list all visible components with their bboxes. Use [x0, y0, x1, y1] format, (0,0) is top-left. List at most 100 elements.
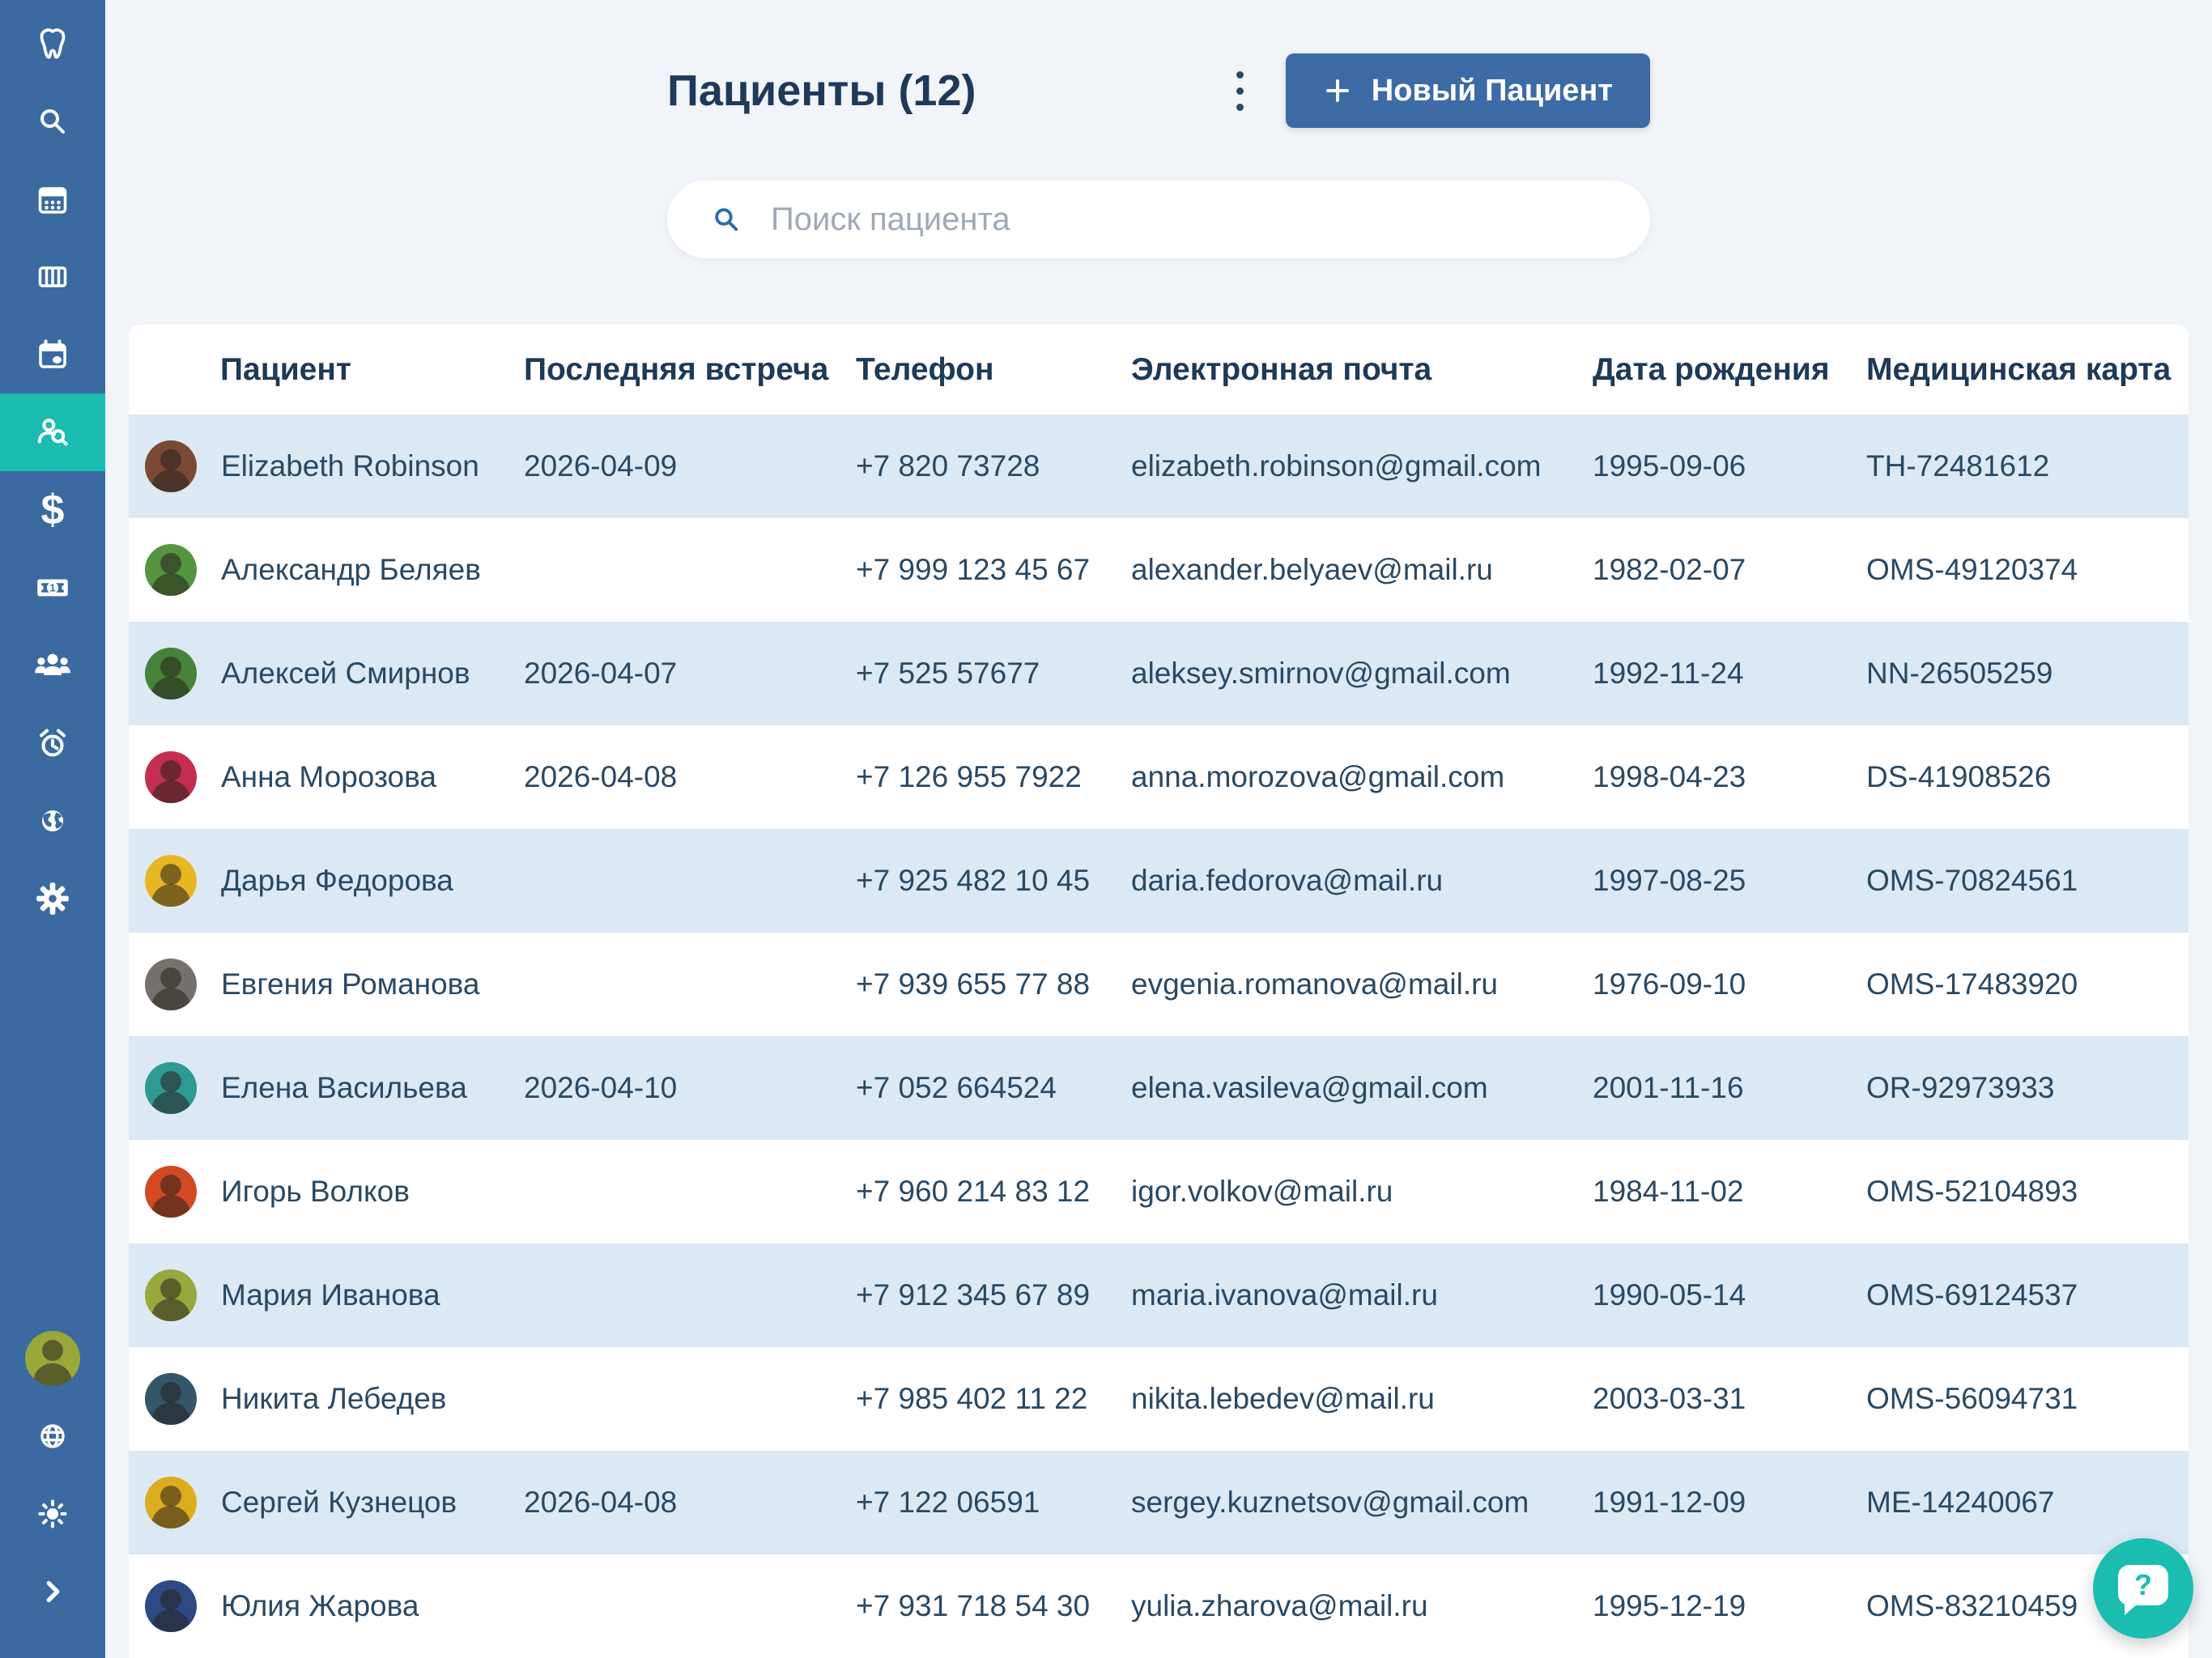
phone-cell: +7 960 214 83 12: [856, 1175, 1091, 1208]
sidebar-item-schedule[interactable]: [0, 316, 105, 393]
med-card-cell: TH-72481612: [1866, 449, 2050, 483]
tooth-logo-icon[interactable]: [0, 5, 105, 83]
kebab-dot: [1236, 87, 1244, 95]
email-cell: yulia.zharova@mail.ru: [1131, 1589, 1428, 1622]
collapse-button[interactable]: [0, 1553, 105, 1630]
sidebar-item-reminders[interactable]: [0, 704, 105, 782]
sidebar-item-search[interactable]: [0, 83, 105, 160]
patient-avatar: [145, 1373, 197, 1425]
column-header-birth-date: Дата рождения: [1593, 351, 1830, 387]
last-visit-cell: 2026-04-10: [524, 1071, 678, 1104]
earth-icon: [41, 810, 64, 832]
sidebar-item-patients[interactable]: [0, 393, 105, 471]
column-header-patient: Пациент: [220, 351, 352, 387]
patient-name: Мария Иванова: [221, 1278, 440, 1312]
sidebar-item-settings[interactable]: [0, 860, 105, 937]
email-cell: sergey.kuznetsov@gmail.com: [1131, 1486, 1529, 1519]
birth-date-cell: 2003-03-31: [1593, 1382, 1746, 1415]
table-row[interactable]: Евгения Романова +7 939 655 77 88 evgeni…: [129, 933, 2189, 1036]
last-visit-cell: 2026-04-09: [524, 449, 678, 483]
sidebar-footer: [0, 1320, 105, 1658]
patient-name: Евгения Романова: [221, 967, 480, 1001]
birth-date-cell: 1991-12-09: [1593, 1486, 1746, 1519]
med-card-cell: OMS-52104893: [1866, 1175, 2078, 1208]
last-visit-cell: 2026-04-07: [524, 657, 678, 690]
plus-icon: [1325, 79, 1349, 102]
table-row[interactable]: Никита Лебедев +7 985 402 11 22 nikita.l…: [129, 1347, 2189, 1451]
svg-text:1: 1: [49, 582, 55, 594]
sidebar-item-staff[interactable]: [0, 627, 105, 704]
search-icon: [715, 208, 738, 232]
med-card-cell: DS-41908526: [1866, 760, 2052, 793]
phone-cell: +7 122 06591: [856, 1486, 1040, 1519]
table-row[interactable]: Дарья Федорова +7 925 482 10 45 daria.fe…: [129, 829, 2189, 933]
med-card-cell: ME-14240067: [1866, 1486, 2055, 1519]
email-cell: elizabeth.robinson@gmail.com: [1131, 449, 1542, 483]
birth-date-cell: 1982-02-07: [1593, 553, 1746, 586]
kebab-menu-button[interactable]: [1228, 63, 1252, 119]
patient-name: Дарья Федорова: [221, 864, 453, 897]
table-row[interactable]: Юлия Жарова +7 931 718 54 30 yulia.zharo…: [129, 1554, 2189, 1658]
page-title: Пациенты (12): [667, 66, 976, 115]
patient-name: Анна Морозова: [221, 760, 436, 793]
table-header-row: Пациент Последняя встреча Телефон Электр…: [129, 325, 2189, 414]
calendar-event-icon: [39, 339, 66, 368]
kanban-columns-icon: [38, 266, 67, 287]
birth-date-cell: 1992-11-24: [1593, 657, 1744, 690]
table-row[interactable]: Анна Морозова 2026-04-08 +7 126 955 7922…: [129, 725, 2189, 829]
email-cell: alexander.belyaev@mail.ru: [1131, 553, 1493, 586]
language-button[interactable]: [0, 1397, 105, 1475]
phone-cell: +7 925 482 10 45: [856, 864, 1091, 897]
birth-date-cell: 1976-09-10: [1593, 967, 1746, 1001]
birth-date-cell: 1984-11-02: [1593, 1175, 1744, 1208]
email-cell: maria.ivanova@mail.ru: [1131, 1278, 1438, 1312]
column-header-email: Электронная почта: [1131, 351, 1432, 387]
patient-avatar: [145, 648, 197, 699]
alarm-clock-icon: [40, 729, 66, 757]
sidebar-item-payments[interactable]: 1: [0, 549, 105, 627]
sidebar-item-calendar[interactable]: [0, 160, 105, 238]
search-input[interactable]: [771, 201, 1618, 238]
patient-name: Елена Васильева: [221, 1071, 467, 1104]
team-icon: [35, 653, 70, 675]
table-row[interactable]: Сергей Кузнецов 2026-04-08 +7 122 06591 …: [129, 1451, 2189, 1554]
table-row[interactable]: Елена Васильева 2026-04-10 +7 052 664524…: [129, 1036, 2189, 1140]
patient-avatar: [145, 1166, 197, 1218]
help-chat-button[interactable]: ?: [2093, 1538, 2193, 1639]
birth-date-cell: 1998-04-23: [1593, 760, 1746, 793]
table-row[interactable]: Игорь Волков +7 960 214 83 12 igor.volko…: [129, 1140, 2189, 1244]
table-row[interactable]: Алексей Смирнов 2026-04-07 +7 525 57677 …: [129, 622, 2189, 725]
user-avatar: [25, 1331, 80, 1386]
birth-date-cell: 2001-11-16: [1593, 1071, 1744, 1104]
chevron-right-icon: [46, 1580, 60, 1603]
med-card-cell: OMS-49120374: [1866, 553, 2078, 586]
theme-button[interactable]: [0, 1475, 105, 1553]
table-row[interactable]: Мария Иванова +7 912 345 67 89 maria.iva…: [129, 1244, 2189, 1347]
email-cell: evgenia.romanova@mail.ru: [1131, 967, 1498, 1001]
birth-date-cell: 1990-05-14: [1593, 1278, 1746, 1312]
patient-name: Elizabeth Robinson: [221, 449, 479, 483]
table-row[interactable]: Elizabeth Robinson 2026-04-09 +7 820 737…: [129, 414, 2189, 518]
new-patient-label: Новый Пациент: [1371, 73, 1613, 108]
sidebar-item-board[interactable]: [0, 238, 105, 316]
phone-cell: +7 939 655 77 88: [856, 967, 1091, 1001]
globe-icon: [40, 1424, 65, 1448]
birth-date-cell: 1995-12-19: [1593, 1589, 1746, 1622]
sidebar-item-billing[interactable]: $: [0, 471, 105, 549]
new-patient-button[interactable]: Новый Пациент: [1285, 53, 1650, 128]
patient-avatar: [145, 959, 197, 1010]
phone-cell: +7 931 718 54 30: [856, 1589, 1091, 1622]
column-header-med-card: Медицинская карта: [1866, 351, 2172, 387]
profile-button[interactable]: [0, 1320, 105, 1397]
email-cell: elena.vasileva@gmail.com: [1131, 1071, 1488, 1104]
email-cell: aleksey.smirnov@gmail.com: [1131, 657, 1511, 690]
patient-avatar: [145, 1580, 197, 1632]
kebab-dot: [1236, 103, 1244, 111]
phone-cell: +7 525 57677: [856, 657, 1040, 690]
sun-icon: [38, 1499, 67, 1528]
table-row[interactable]: Александр Беляев +7 999 123 45 67 alexan…: [129, 518, 2189, 622]
sidebar-item-online[interactable]: [0, 782, 105, 860]
phone-cell: +7 820 73728: [856, 449, 1040, 483]
question-glyph: ?: [2134, 1568, 2152, 1601]
patient-avatar: [145, 1477, 197, 1528]
